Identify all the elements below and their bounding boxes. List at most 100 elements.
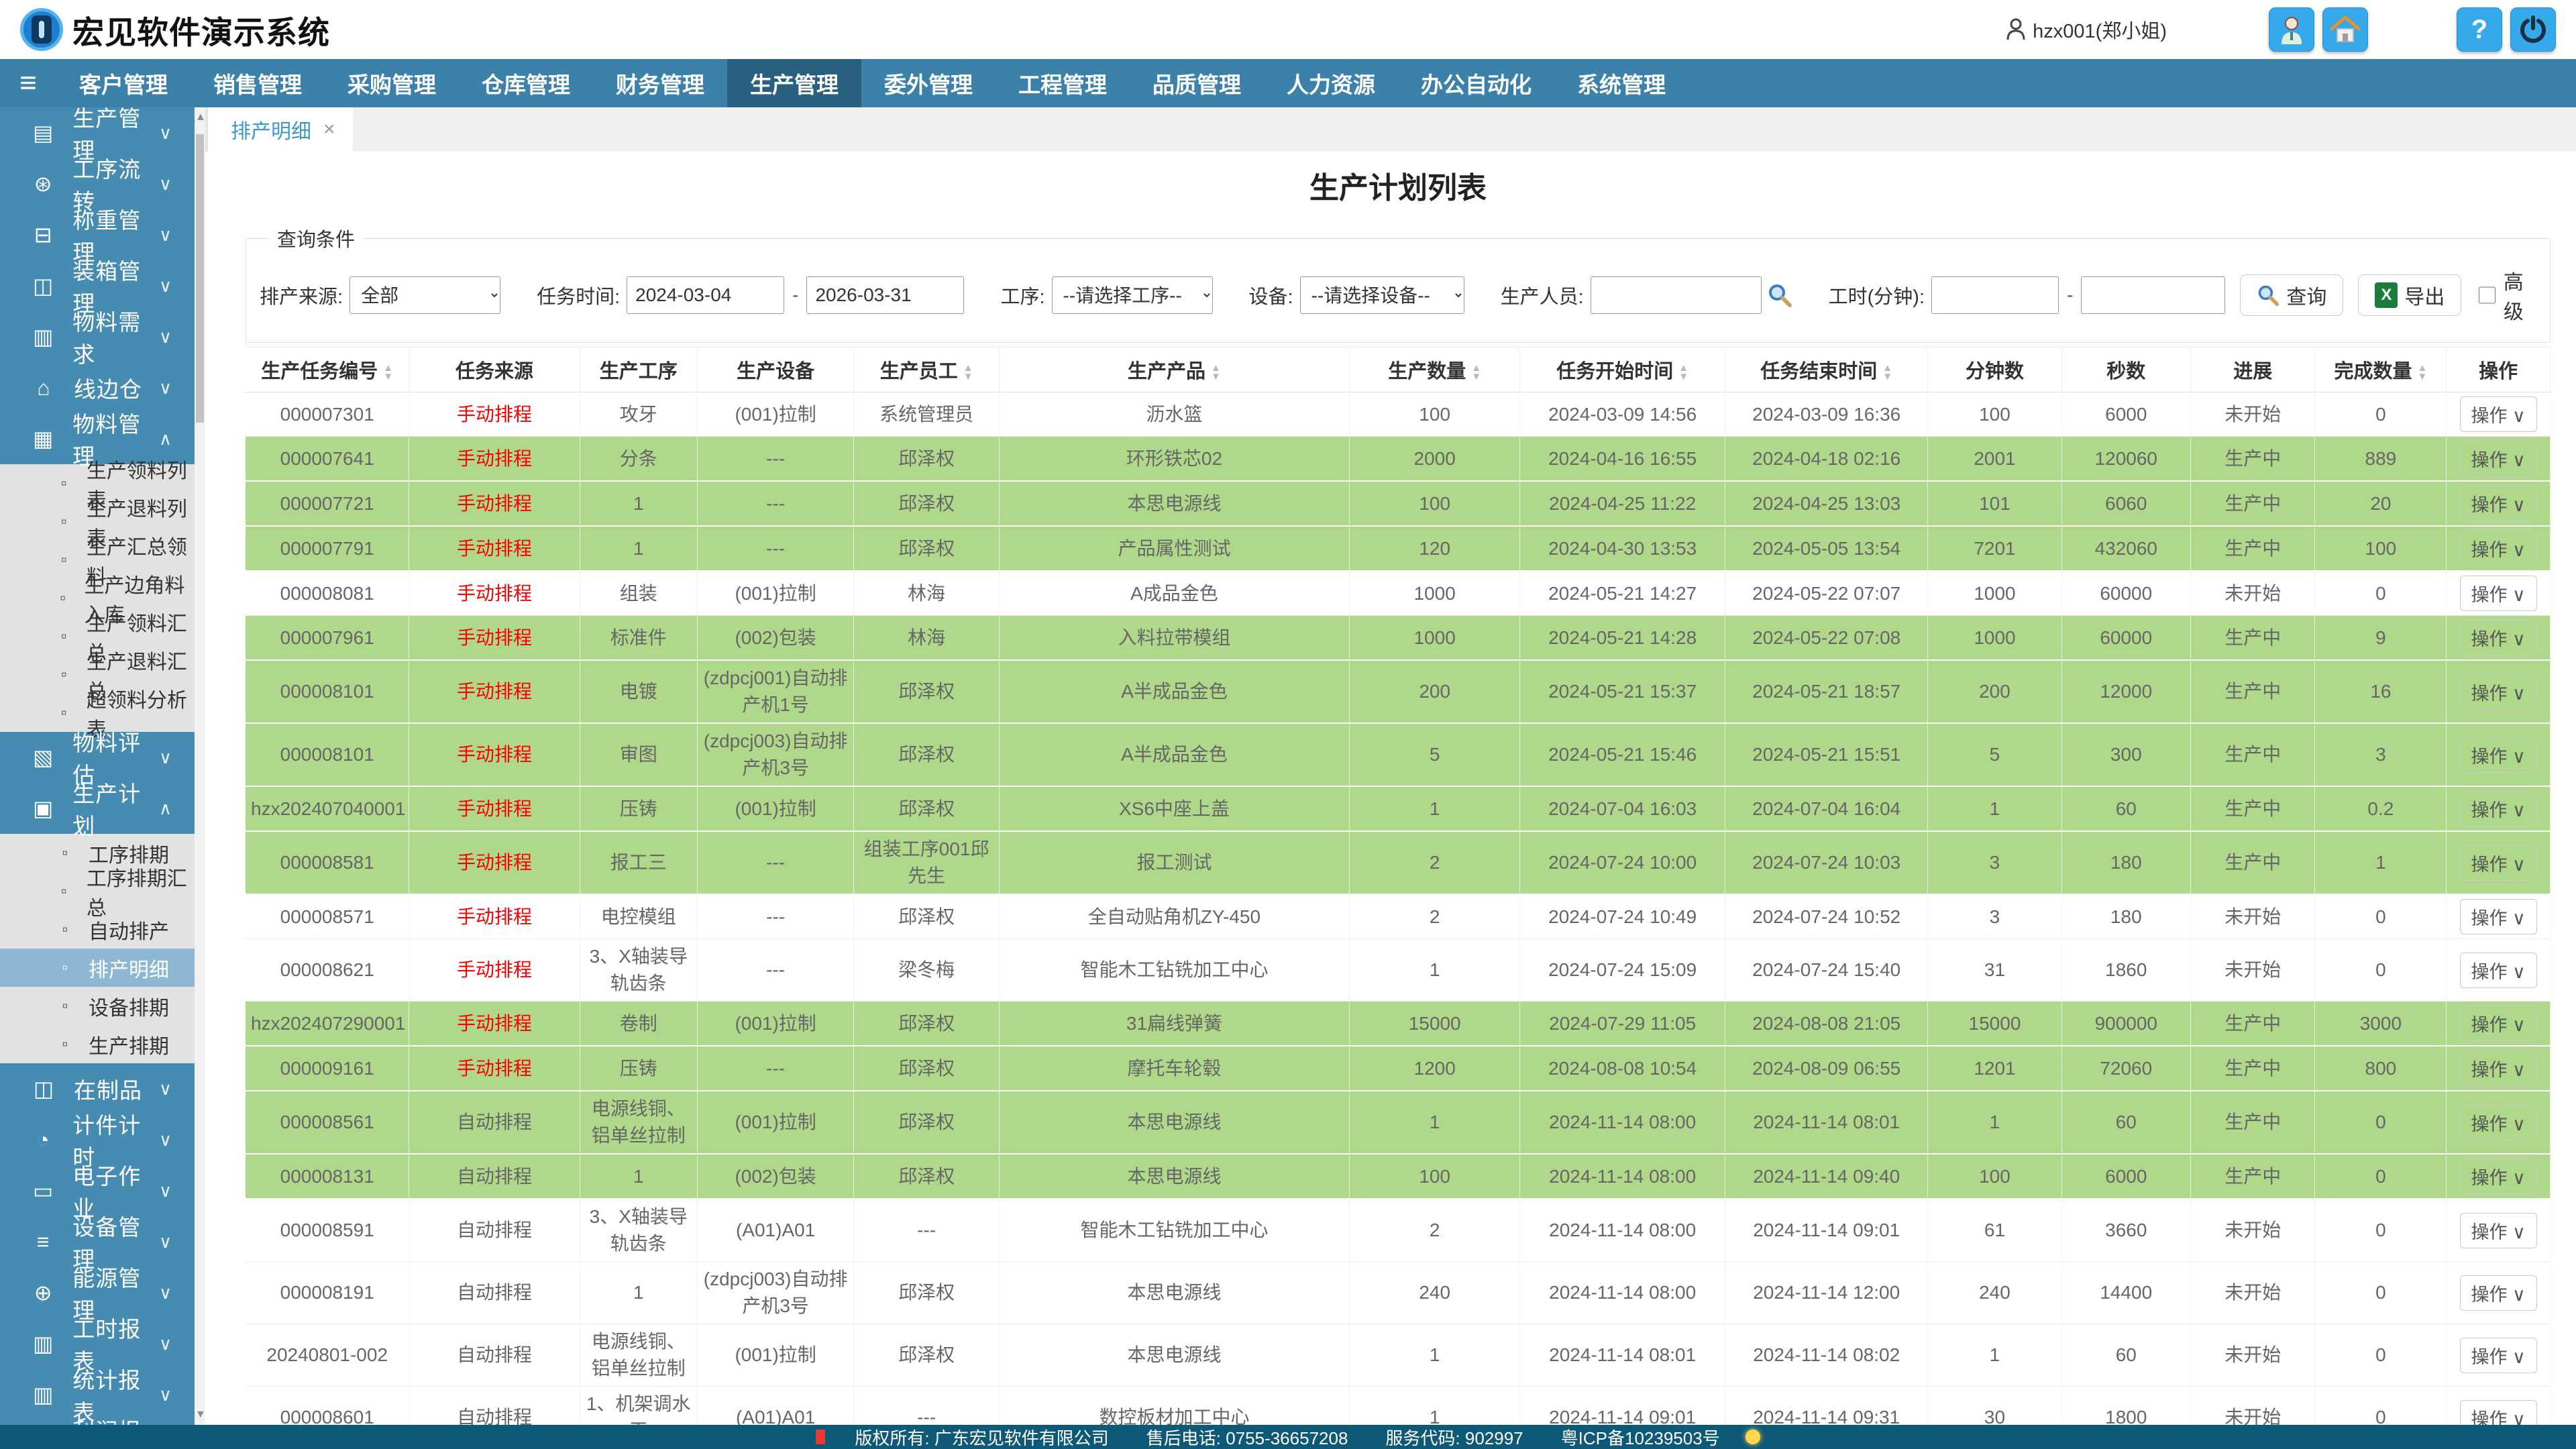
menu-item-人力资源[interactable]: 人力资源 xyxy=(1264,59,1398,107)
sidebar-item-生产计划[interactable]: ▣生产计划∧ xyxy=(0,783,195,834)
sort-arrows-icon[interactable]: ▲▼ xyxy=(1471,364,1481,381)
search-button[interactable]: 查询 xyxy=(2240,274,2343,316)
menu-item-销售管理[interactable]: 销售管理 xyxy=(191,59,325,107)
sidebar-item-工序流转[interactable]: ⊛工序流转∨ xyxy=(0,158,195,209)
row-operation-button[interactable]: 操作 ∨ xyxy=(2460,396,2537,432)
sidebar-subitem-生产排期[interactable]: ▫生产排期 xyxy=(0,1025,195,1063)
row-operation-button[interactable]: 操作 ∨ xyxy=(2460,1400,2537,1426)
sidebar-subitem-设备排期[interactable]: ▫设备排期 xyxy=(0,987,195,1025)
cell-source: 手动排程 xyxy=(409,392,580,437)
worker-filter-input[interactable] xyxy=(1591,276,1762,314)
advanced-checkbox[interactable] xyxy=(2479,285,2496,305)
row-operation-button[interactable]: 操作 ∨ xyxy=(2460,1338,2537,1373)
task-time-from-input[interactable] xyxy=(627,276,784,314)
sidebar-item-统计报表[interactable]: ▥统计报表∨ xyxy=(0,1369,195,1420)
hours-to-input[interactable] xyxy=(2081,276,2225,314)
row-operation-button[interactable]: 操作 ∨ xyxy=(2460,1275,2537,1311)
column-header-生产数量[interactable]: 生产数量▲▼ xyxy=(1350,347,1520,392)
profile-button[interactable] xyxy=(2269,7,2314,52)
menu-item-办公自动化[interactable]: 办公自动化 xyxy=(1398,59,1554,107)
row-operation-button[interactable]: 操作 ∨ xyxy=(2460,1159,2537,1194)
row-operation-button[interactable]: 操作 ∨ xyxy=(2460,486,2537,521)
row-operation-button[interactable]: 操作 ∨ xyxy=(2460,953,2537,988)
row-operation-button[interactable]: 操作 ∨ xyxy=(2460,674,2537,710)
menu-item-客户管理[interactable]: 客户管理 xyxy=(56,59,191,107)
home-button[interactable] xyxy=(2322,7,2368,52)
row-operation-button[interactable]: 操作 ∨ xyxy=(2460,737,2537,773)
row-operation-button[interactable]: 操作 ∨ xyxy=(2460,1006,2537,1041)
sidebar-item-设备管理[interactable]: ≡设备管理∨ xyxy=(0,1216,195,1267)
cell-operation: 操作 ∨ xyxy=(2447,723,2551,786)
sidebar-item-工时报表[interactable]: ▥工时报表∨ xyxy=(0,1318,195,1369)
sidebar-item-称重管理[interactable]: ⊟称重管理∨ xyxy=(0,209,195,260)
menu-item-系统管理[interactable]: 系统管理 xyxy=(1554,59,1688,107)
row-operation-button[interactable]: 操作 ∨ xyxy=(2460,791,2537,826)
sort-arrows-icon[interactable]: ▲▼ xyxy=(1678,364,1688,381)
sort-arrows-icon[interactable]: ▲▼ xyxy=(1211,364,1221,381)
hours-from-input[interactable] xyxy=(1931,276,2059,314)
menu-item-委外管理[interactable]: 委外管理 xyxy=(861,59,996,107)
row-operation-button[interactable]: 操作 ∨ xyxy=(2460,1051,2537,1086)
column-header-生产员工[interactable]: 生产员工▲▼ xyxy=(854,347,999,392)
footer-service-code: 服务代码: 902997 xyxy=(1385,1425,1523,1449)
cell-product: A半成品金色 xyxy=(999,723,1349,786)
column-header-完成数量[interactable]: 完成数量▲▼ xyxy=(2315,347,2447,392)
cell-status: 生产中 xyxy=(2190,1091,2315,1154)
tab-close-icon[interactable]: × xyxy=(323,118,335,141)
row-operation-button[interactable]: 操作 ∨ xyxy=(2460,441,2537,476)
menu-item-仓库管理[interactable]: 仓库管理 xyxy=(459,59,593,107)
row-operation-button[interactable]: 操作 ∨ xyxy=(2460,576,2537,611)
process-filter-select[interactable]: --请选择工序-- xyxy=(1052,276,1213,314)
sidebar-item-能源管理[interactable]: ⊕能源管理∨ xyxy=(0,1267,195,1318)
menu-item-采购管理[interactable]: 采购管理 xyxy=(325,59,459,107)
worker-search-icon[interactable] xyxy=(1767,282,1792,308)
row-operation-button[interactable]: 操作 ∨ xyxy=(2460,531,2537,566)
device-filter-select[interactable]: --请选择设备-- xyxy=(1300,276,1464,314)
advanced-toggle[interactable]: 高级 xyxy=(2479,266,2536,325)
scrollbar-thumb[interactable] xyxy=(196,134,204,423)
tab-paichan-mingxi[interactable]: 排产明细 × xyxy=(208,107,353,152)
menu-item-工程管理[interactable]: 工程管理 xyxy=(996,59,1130,107)
sidebar-item-生产管理[interactable]: ▤生产管理∨ xyxy=(0,107,195,158)
help-button[interactable]: ? xyxy=(2457,7,2502,52)
source-filter-select[interactable]: 全部 xyxy=(350,276,500,314)
column-header-任务结束时间[interactable]: 任务结束时间▲▼ xyxy=(1725,347,1928,392)
logout-button[interactable] xyxy=(2510,7,2556,52)
task-time-to-input[interactable] xyxy=(806,276,964,314)
sidebar-subitem-label: 设备排期 xyxy=(89,991,169,1021)
sidebar-item-线边仓[interactable]: ⌂线边仓∨ xyxy=(0,362,195,413)
sidebar-subitem-自动排产[interactable]: ▫自动排产 xyxy=(0,910,195,949)
menu-item-生产管理[interactable]: 生产管理 xyxy=(727,59,861,107)
row-operation-button[interactable]: 操作 ∨ xyxy=(2460,620,2537,655)
scroll-up-icon[interactable]: ▲ xyxy=(195,111,205,123)
sort-arrows-icon[interactable]: ▲▼ xyxy=(383,364,393,381)
sidebar-item-利润报表[interactable]: ◶利润报表∨ xyxy=(0,1420,195,1425)
row-operation-button[interactable]: 操作 ∨ xyxy=(2460,1213,2537,1248)
row-operation-button[interactable]: 操作 ∨ xyxy=(2460,899,2537,934)
sidebar-item-电子作业[interactable]: ▭电子作业∨ xyxy=(0,1165,195,1216)
column-header-生产任务编号[interactable]: 生产任务编号▲▼ xyxy=(246,347,409,392)
sidebar-subitem-工序排期汇总[interactable]: ▫工序排期汇总 xyxy=(0,872,195,910)
cell-no: 000008191 xyxy=(246,1262,409,1324)
sidebar-item-计件计时[interactable]: ◔计件计时∨ xyxy=(0,1114,195,1165)
column-header-任务开始时间[interactable]: 任务开始时间▲▼ xyxy=(1520,347,1725,392)
sidebar-item-物料需求[interactable]: ▥物料需求∨ xyxy=(0,311,195,362)
sidebar-item-装箱管理[interactable]: ◫装箱管理∨ xyxy=(0,260,195,311)
sort-arrows-icon[interactable]: ▲▼ xyxy=(2417,364,2427,381)
current-user[interactable]: hzx001(郑小姐) xyxy=(2006,15,2167,44)
row-operation-button[interactable]: 操作 ∨ xyxy=(2460,1105,2537,1140)
cell-product: 沥水篮 xyxy=(999,392,1349,437)
export-button[interactable]: X 导出 xyxy=(2358,274,2461,316)
sort-arrows-icon[interactable]: ▲▼ xyxy=(1882,364,1892,381)
cell-source: 自动排程 xyxy=(409,1387,580,1426)
row-operation-button[interactable]: 操作 ∨ xyxy=(2460,845,2537,881)
sidebar-scrollbar[interactable]: ▲ ▼ xyxy=(195,107,205,1425)
sidebar-item-在制品[interactable]: ◫在制品∨ xyxy=(0,1063,195,1114)
scroll-down-icon[interactable]: ▼ xyxy=(195,1409,205,1421)
menu-item-品质管理[interactable]: 品质管理 xyxy=(1130,59,1264,107)
column-header-生产产品[interactable]: 生产产品▲▼ xyxy=(999,347,1349,392)
sort-arrows-icon[interactable]: ▲▼ xyxy=(963,364,973,381)
sidebar-subitem-排产明细[interactable]: ▫排产明细 xyxy=(0,949,195,987)
menu-item-财务管理[interactable]: 财务管理 xyxy=(593,59,727,107)
hamburger-icon[interactable]: ≡ xyxy=(0,59,56,107)
